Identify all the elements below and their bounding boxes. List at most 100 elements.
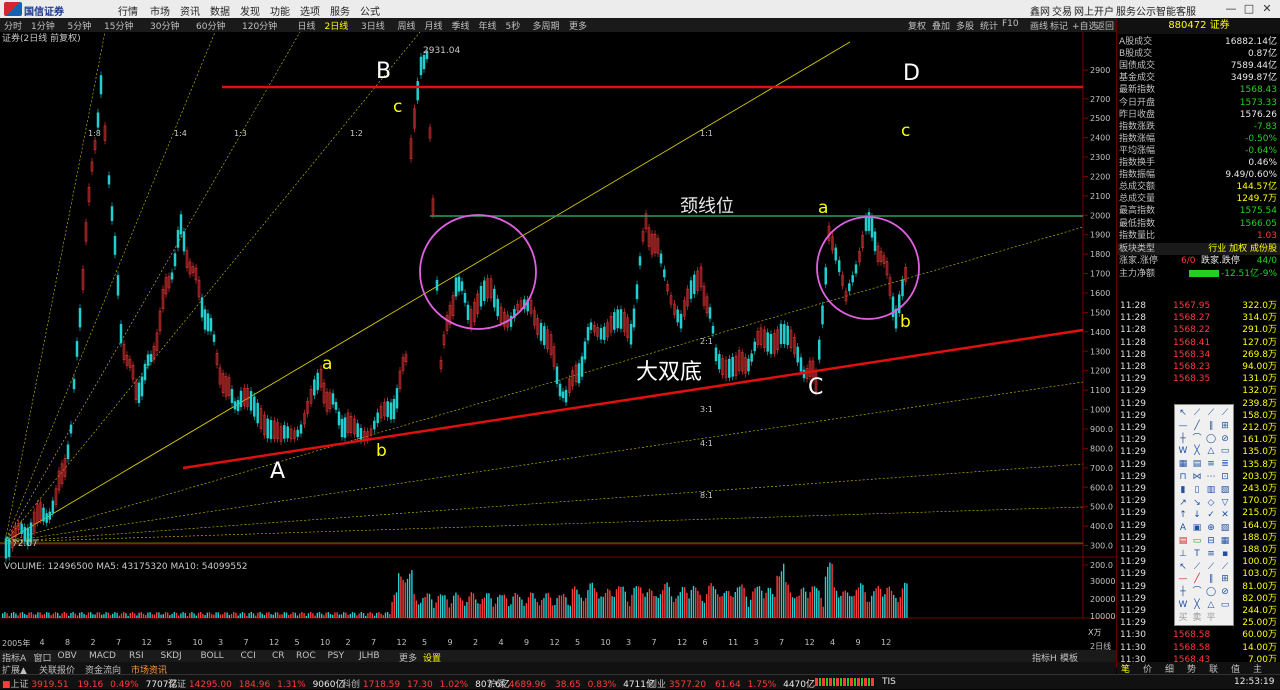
maximize-button[interactable]: □	[1242, 2, 1256, 16]
cy-index[interactable]: 创业 3577.20 61.64 1.75% 4470亿	[648, 677, 815, 690]
hs-index[interactable]: 沪深 4689.96 38.65 0.83% 4711亿	[488, 677, 655, 690]
menu-item-6[interactable]: 选项	[300, 3, 320, 18]
draw-tool-icon[interactable]: ▭	[1219, 599, 1231, 611]
draw-tool-icon[interactable]: ⊓	[1177, 471, 1189, 483]
menu-item-3[interactable]: 数据	[210, 3, 230, 18]
sz-index[interactable]: 深证 14295.00 184.96 1.31% 9060亿	[168, 677, 344, 690]
draw-tool-icon[interactable]: A	[1177, 522, 1189, 534]
top-link-1[interactable]: 交易	[1052, 3, 1072, 18]
draw-tool-icon[interactable]: ⟋	[1205, 561, 1217, 573]
draw-tool-icon[interactable]: ▯	[1191, 484, 1203, 496]
chart-tool-8[interactable]: 返回	[1096, 19, 1114, 32]
draw-tool-icon[interactable]: ↗	[1177, 497, 1189, 509]
period-tab-3[interactable]: 15分钟	[104, 19, 133, 32]
draw-tool-icon[interactable]: —	[1177, 420, 1189, 432]
draw-tool-icon[interactable]: ⟋	[1219, 561, 1231, 573]
close-button[interactable]: ✕	[1260, 2, 1274, 16]
draw-tool-icon[interactable]: W	[1177, 599, 1189, 611]
chart-tool-3[interactable]: 统计	[980, 19, 998, 32]
draw-tool-icon[interactable]: ⊘	[1219, 433, 1231, 445]
draw-tool-icon[interactable]: ⌒	[1191, 433, 1203, 445]
period-tab-10[interactable]: 周线	[398, 19, 416, 32]
draw-tool-icon[interactable]: ↖	[1177, 407, 1189, 419]
chart-tool-2[interactable]: 多股	[956, 19, 974, 32]
indicator-tab-4[interactable]: RSI	[129, 651, 144, 661]
kc-index[interactable]: 科创 1718.59 17.30 1.02% 807.6亿	[342, 677, 510, 690]
period-tab-12[interactable]: 季线	[452, 19, 470, 32]
draw-tool-icon[interactable]: ┼	[1177, 586, 1189, 598]
draw-tool-icon[interactable]: T	[1191, 548, 1203, 560]
period-tab-13[interactable]: 年线	[479, 19, 497, 32]
draw-tool-icon[interactable]: ⊞	[1219, 573, 1231, 585]
palette-footer-item[interactable]: 卖	[1191, 612, 1203, 624]
draw-tool-icon[interactable]: ▭	[1191, 535, 1203, 547]
draw-tool-icon[interactable]: ▽	[1219, 497, 1231, 509]
indicator-tab-3[interactable]: MACD	[89, 651, 116, 661]
draw-tool-icon[interactable]: ┼	[1177, 433, 1189, 445]
period-tab-11[interactable]: 月线	[425, 19, 443, 32]
draw-tool-icon[interactable]: ↖	[1177, 561, 1189, 573]
sector-value[interactable]: 行业 加权 成份股	[1208, 243, 1277, 255]
draw-tool-icon[interactable]: ▤	[1177, 535, 1189, 547]
draw-tool-icon[interactable]: ↑	[1177, 509, 1189, 521]
draw-tool-icon[interactable]: ⊞	[1219, 420, 1231, 432]
draw-tool-icon[interactable]: ≡	[1205, 458, 1217, 470]
draw-tool-icon[interactable]: ⊕	[1205, 522, 1217, 534]
range-label[interactable]: 2日线	[1090, 641, 1111, 652]
period-tab-9[interactable]: 3日线	[361, 19, 385, 32]
draw-tool-icon[interactable]: ◯	[1205, 433, 1217, 445]
draw-tool-icon[interactable]: ▦	[1177, 458, 1189, 470]
chart-tool-0[interactable]: 复权	[908, 19, 926, 32]
draw-tool-icon[interactable]: ⋯	[1205, 471, 1217, 483]
draw-tool-icon[interactable]: ⊘	[1219, 586, 1231, 598]
indicator-tab-5[interactable]: SKDJ	[161, 651, 182, 661]
menu-item-4[interactable]: 发现	[240, 3, 260, 18]
top-link-4[interactable]: 智能客服	[1156, 3, 1196, 18]
period-tab-2[interactable]: 5分钟	[68, 19, 92, 32]
chart-tool-6[interactable]: 标记	[1050, 19, 1068, 32]
draw-tool-icon[interactable]: ▤	[1191, 458, 1203, 470]
draw-tool-icon[interactable]: ⌒	[1191, 586, 1203, 598]
palette-footer-item[interactable]: 买	[1177, 612, 1189, 624]
draw-tool-icon[interactable]: ▧	[1219, 484, 1231, 496]
indicator-tab-6[interactable]: BOLL	[201, 651, 224, 661]
chart-tool-4[interactable]: F10	[1002, 19, 1019, 29]
draw-tool-icon[interactable]: ╳	[1191, 599, 1203, 611]
period-tab-5[interactable]: 60分钟	[196, 19, 225, 32]
menu-item-2[interactable]: 资讯	[180, 3, 200, 18]
draw-tool-icon[interactable]: ▭	[1219, 445, 1231, 457]
indicator-tab-2[interactable]: OBV	[58, 651, 77, 661]
draw-tool-icon[interactable]: ▣	[1191, 522, 1203, 534]
period-tab-4[interactable]: 30分钟	[150, 19, 179, 32]
draw-tool-icon[interactable]: ⊥	[1177, 548, 1189, 560]
draw-tool-icon[interactable]: ≣	[1219, 458, 1231, 470]
chart-tool-5[interactable]: 画线	[1030, 19, 1048, 32]
tis-label[interactable]: TIS	[882, 677, 896, 687]
draw-tool-icon[interactable]: ↓	[1191, 509, 1203, 521]
indicator-tab-10[interactable]: PSY	[328, 651, 345, 661]
draw-tool-icon[interactable]: ∥	[1205, 420, 1217, 432]
draw-tool-icon[interactable]: ▮	[1177, 484, 1189, 496]
menu-item-5[interactable]: 功能	[270, 3, 290, 18]
draw-tool-icon[interactable]: ↘	[1191, 497, 1203, 509]
draw-tool-icon[interactable]: ✕	[1219, 509, 1231, 521]
draw-tool-icon[interactable]: △	[1205, 445, 1217, 457]
kline-chart[interactable]: 2900 2700 2500 2400 2300 2200 2100 2000 1900 1800…	[0, 32, 1116, 636]
chart-tool-7[interactable]: +自选	[1072, 19, 1098, 32]
menu-item-8[interactable]: 公式	[360, 3, 380, 18]
period-tab-6[interactable]: 120分钟	[242, 19, 277, 32]
draw-tool-icon[interactable]: W	[1177, 445, 1189, 457]
draw-tool-icon[interactable]: ∥	[1205, 573, 1217, 585]
draw-tool-icon[interactable]: ◇	[1205, 497, 1217, 509]
draw-tool-icon[interactable]: ▪	[1219, 548, 1231, 560]
period-tab-16[interactable]: 更多	[569, 19, 587, 32]
menu-item-7[interactable]: 服务	[330, 3, 350, 18]
indicator-tab-8[interactable]: CR	[272, 651, 285, 661]
palette-footer-item[interactable]: 平	[1205, 612, 1217, 624]
draw-tool-icon[interactable]: ⟋	[1219, 407, 1231, 419]
draw-tool-icon[interactable]: ≡	[1205, 548, 1217, 560]
draw-tool-icon[interactable]: —	[1177, 573, 1189, 585]
draw-tool-icon[interactable]: △	[1205, 599, 1217, 611]
draw-tool-icon[interactable]: ⋈	[1191, 471, 1203, 483]
period-tab-14[interactable]: 5秒	[506, 19, 521, 32]
